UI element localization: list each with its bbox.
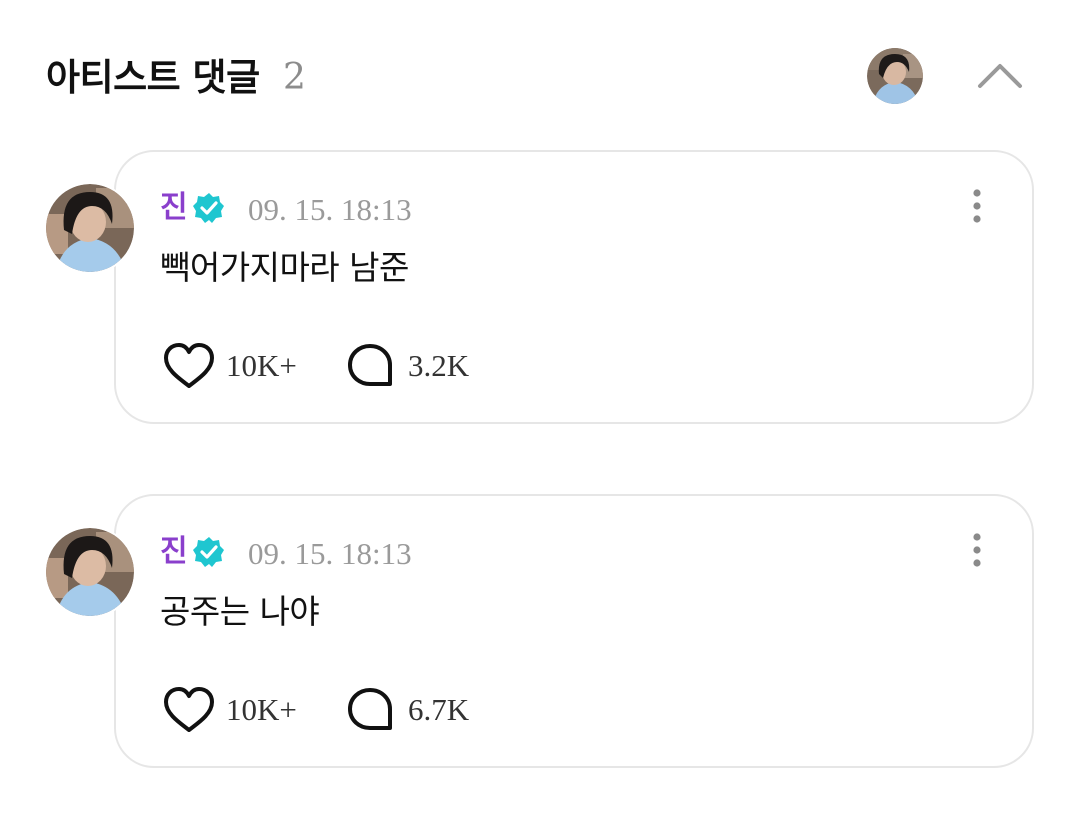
like-count: 10K+	[226, 692, 297, 727]
reply-button[interactable]	[344, 340, 396, 392]
reply-count: 6.7K	[408, 692, 470, 727]
reply-button[interactable]	[344, 684, 396, 736]
author-name[interactable]: 진	[160, 530, 188, 574]
heart-icon	[164, 343, 214, 388]
comment-count: 2	[283, 57, 306, 98]
artist-comments-header: 아티스트 댓글 2	[0, 0, 1080, 150]
verified-badge-icon	[192, 191, 226, 225]
speech-bubble-icon	[348, 344, 392, 386]
comment-timestamp: 09. 15. 18:13	[248, 536, 412, 571]
header-avatar[interactable]	[867, 48, 923, 104]
comment-timestamp: 09. 15. 18:13	[248, 192, 412, 227]
comment-text: 공주는 나야	[160, 592, 320, 631]
more-vertical-icon	[973, 189, 981, 223]
author-name[interactable]: 진	[160, 186, 188, 230]
like-count: 10K+	[226, 348, 297, 383]
more-options-button[interactable]	[960, 186, 994, 226]
reply-count: 3.2K	[408, 348, 470, 383]
more-options-button[interactable]	[960, 530, 994, 570]
like-button[interactable]	[160, 340, 218, 392]
chevron-up-icon	[978, 64, 1022, 88]
avatar[interactable]	[44, 526, 136, 618]
section-title: 아티스트 댓글	[46, 56, 260, 99]
speech-bubble-icon	[348, 688, 392, 730]
artist-comments-page: 아티스트 댓글 2 진 09. 15. 18:13 빽어가지마라 남준 10K+…	[0, 0, 1080, 824]
like-button[interactable]	[160, 684, 218, 736]
verified-badge-icon	[192, 535, 226, 569]
comment-text: 빽어가지마라 남준	[160, 248, 409, 287]
collapse-button[interactable]	[968, 48, 1032, 104]
more-vertical-icon	[973, 533, 981, 567]
avatar[interactable]	[44, 182, 136, 274]
heart-icon	[164, 687, 214, 732]
